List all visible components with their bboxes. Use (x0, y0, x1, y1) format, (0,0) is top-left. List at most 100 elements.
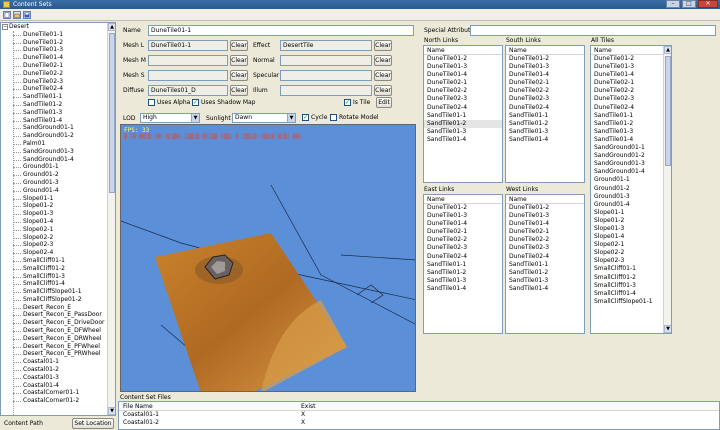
normal-field[interactable] (280, 55, 372, 66)
south-links-list[interactable]: Name DuneTile01-2 DuneTile01-3 DuneTile01-4… (505, 45, 585, 183)
list-item[interactable]: SandGround01-4 (591, 168, 671, 176)
list-item[interactable]: DuneTile02-2 (424, 87, 502, 95)
diffuse-clear-button[interactable]: Clear (230, 85, 248, 96)
list-item[interactable]: SandTile01-2 (424, 119, 502, 128)
table-row[interactable]: Coastal01-2 X (119, 419, 719, 427)
list-item[interactable]: DuneTile02-1 (424, 228, 502, 236)
close-button[interactable]: ✕ (698, 0, 718, 8)
list-item[interactable]: SandTile01-4 (424, 285, 502, 293)
mesh-m-clear-button[interactable]: Clear (230, 55, 248, 66)
scroll-down-icon[interactable]: ▼ (664, 325, 671, 333)
list-item[interactable]: SandGround01-2 (591, 152, 671, 160)
rotate-model-checkbox[interactable]: Rotate Model (330, 114, 379, 122)
content-tree[interactable]: − Desert DuneTile01-1 DuneTile01-2 DuneTil… (0, 22, 116, 416)
list-item[interactable]: SmallCliff01-3 (591, 282, 671, 290)
list-item[interactable]: Ground01-1 (591, 176, 671, 184)
list-item[interactable]: Slope02-2 (591, 249, 671, 257)
list-item[interactable]: DuneTile02-4 (506, 104, 584, 112)
illum-field[interactable] (280, 85, 372, 96)
list-item[interactable]: DuneTile02-1 (506, 228, 584, 236)
list-item[interactable]: DuneTile02-3 (424, 95, 502, 103)
list-item[interactable]: SandGround01-1 (591, 144, 671, 152)
list-item[interactable]: DuneTile02-1 (506, 79, 584, 87)
scroll-down-icon[interactable]: ▼ (108, 407, 115, 415)
tree-item[interactable]: SandTile01-1 (1, 93, 107, 101)
list-item[interactable]: SandTile01-2 (506, 120, 584, 128)
list-item[interactable]: DuneTile01-4 (424, 220, 502, 228)
all-tiles-scrollbar[interactable]: ▲ ▼ (663, 46, 671, 333)
name-field[interactable]: DuneTile01-1 (148, 25, 414, 36)
tree-item[interactable]: Desert_Recon_E_PRWheel (1, 350, 107, 358)
list-item[interactable]: SandTile01-3 (424, 128, 502, 136)
list-item[interactable]: SandGround01-3 (591, 160, 671, 168)
list-item[interactable]: SmallCliff01-4 (591, 290, 671, 298)
tree-item[interactable]: Slope02-2 (1, 234, 107, 242)
list-item[interactable]: SandTile01-2 (424, 269, 502, 277)
list-item[interactable]: DuneTile02-1 (591, 79, 671, 87)
list-item[interactable]: Slope01-1 (591, 209, 671, 217)
tree-item[interactable]: DuneTile01-3 (1, 46, 107, 54)
tree-item[interactable]: Coastal01-3 (1, 374, 107, 382)
special-attribute-field[interactable] (470, 25, 716, 36)
tree-item[interactable]: Coastal01-4 (1, 382, 107, 390)
sunlight-select[interactable]: Dawn ▼ (232, 113, 296, 123)
list-item[interactable]: DuneTile01-3 (424, 212, 502, 220)
tree-item[interactable]: SmallCliff01-4 (1, 280, 107, 288)
list-item[interactable]: SandTile01-4 (506, 285, 584, 293)
tree-item[interactable]: DuneTile01-1 (1, 31, 107, 39)
tree-item[interactable]: SmallCliffSlope01-1 (1, 288, 107, 296)
tree-item[interactable]: SmallCliff01-1 (1, 257, 107, 265)
collapse-icon[interactable]: − (2, 24, 8, 30)
tree-item[interactable]: SmallCliffSlope01-2 (1, 296, 107, 304)
content-set-files-table[interactable]: File Name Exist Coastal01-1 X Coastal01-… (118, 401, 720, 430)
list-item[interactable]: Slope01-2 (591, 217, 671, 225)
list-item[interactable]: SandTile01-4 (506, 136, 584, 144)
minimize-button[interactable]: – (666, 0, 680, 8)
list-item[interactable]: DuneTile02-4 (424, 253, 502, 261)
tree-item[interactable]: SmallCliff01-2 (1, 265, 107, 273)
3d-viewport[interactable]: FPS: 33 ▒ ░▒ ▒▒░▒ ░▒░ ▒░▒▒░ ░▒▒░▒ ▒░░▒▒ … (120, 124, 416, 392)
list-item[interactable]: DuneTile02-2 (506, 87, 584, 95)
tree-item[interactable]: Slope01-2 (1, 202, 107, 210)
save-icon[interactable] (23, 11, 31, 19)
list-item[interactable]: DuneTile01-2 (424, 55, 502, 63)
file-name-column[interactable]: File Name (123, 402, 153, 411)
mesh-l-clear-button[interactable]: Clear (230, 40, 248, 51)
edit-button[interactable]: Edit (376, 97, 392, 108)
list-item[interactable]: SandTile01-1 (424, 112, 502, 120)
list-item[interactable]: Ground01-4 (591, 201, 671, 209)
effect-field[interactable]: DesertTile (280, 40, 372, 51)
list-item[interactable]: DuneTile02-4 (506, 253, 584, 261)
tree-item[interactable]: SandTile01-3 (1, 109, 107, 117)
list-item[interactable]: SandTile01-3 (506, 128, 584, 136)
exist-column[interactable]: Exist (301, 402, 316, 411)
tree-root[interactable]: − Desert (1, 23, 107, 31)
tree-item[interactable]: CoastalCorner01-1 (1, 389, 107, 397)
list-item[interactable]: DuneTile02-4 (591, 104, 671, 112)
list-item[interactable]: SandTile01-1 (506, 261, 584, 269)
tree-item[interactable]: SandTile01-4 (1, 117, 107, 125)
open-icon[interactable] (13, 11, 21, 19)
list-item[interactable]: SmallCliff01-1 (591, 265, 671, 273)
tree-item[interactable]: SandTile01-2 (1, 101, 107, 109)
list-item[interactable]: DuneTile02-2 (591, 87, 671, 95)
tree-item[interactable]: Slope02-4 (1, 249, 107, 257)
list-item[interactable]: DuneTile02-4 (424, 104, 502, 112)
tree-item[interactable]: Palm01 (1, 140, 107, 148)
tree-item[interactable]: Slope02-3 (1, 241, 107, 249)
diffuse-field[interactable]: DuneTiles01_D (148, 85, 228, 96)
uses-shadow-map-checkbox[interactable]: ✓ Uses Shadow Map (192, 99, 256, 107)
list-item[interactable]: DuneTile01-4 (591, 71, 671, 79)
tree-item[interactable]: Ground01-3 (1, 179, 107, 187)
list-item[interactable]: DuneTile02-2 (424, 236, 502, 244)
tree-item[interactable]: DuneTile02-2 (1, 70, 107, 78)
tree-item[interactable]: Coastal01-2 (1, 366, 107, 374)
tree-item[interactable]: Slope01-3 (1, 210, 107, 218)
list-item[interactable]: Slope02-3 (591, 257, 671, 265)
list-item[interactable]: DuneTile01-3 (506, 212, 584, 220)
list-item[interactable]: DuneTile01-3 (506, 63, 584, 71)
list-item[interactable]: DuneTile01-2 (591, 55, 671, 63)
list-item[interactable]: SandTile01-1 (424, 261, 502, 269)
illum-clear-button[interactable]: Clear (374, 85, 392, 96)
tree-item[interactable]: DuneTile02-1 (1, 62, 107, 70)
